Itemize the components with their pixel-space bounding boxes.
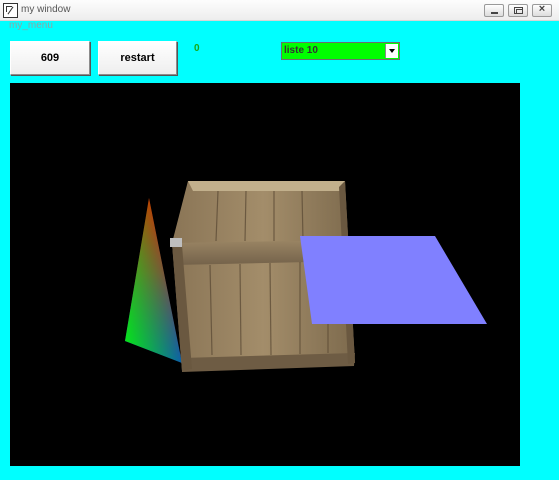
app-icon [3,3,18,18]
window-title: my window [21,4,71,15]
menu-item-my-menu[interactable]: my_menu [9,20,53,31]
menu-bar: my_menu [0,20,559,33]
render-viewport[interactable] [10,83,520,466]
close-icon: × [538,3,546,15]
minimize-icon [491,12,498,14]
score-label: 0 [194,43,200,54]
scene-svg [125,181,487,372]
app-window: my window × my_menu 609 restart 0 liste … [0,0,559,480]
minimize-button[interactable] [484,4,504,17]
chevron-down-icon[interactable] [385,44,398,58]
title-bar[interactable]: my window × [0,0,559,21]
maximize-button[interactable] [508,4,528,17]
list-select-value: liste 10 [284,45,318,56]
close-button[interactable]: × [532,3,552,17]
restore-icon [514,7,523,14]
color-triangle [125,198,182,363]
list-select[interactable]: liste 10 [281,42,400,60]
restart-button[interactable]: restart [98,41,177,75]
blue-plane [300,236,487,324]
counter-button[interactable]: 609 [10,41,90,75]
